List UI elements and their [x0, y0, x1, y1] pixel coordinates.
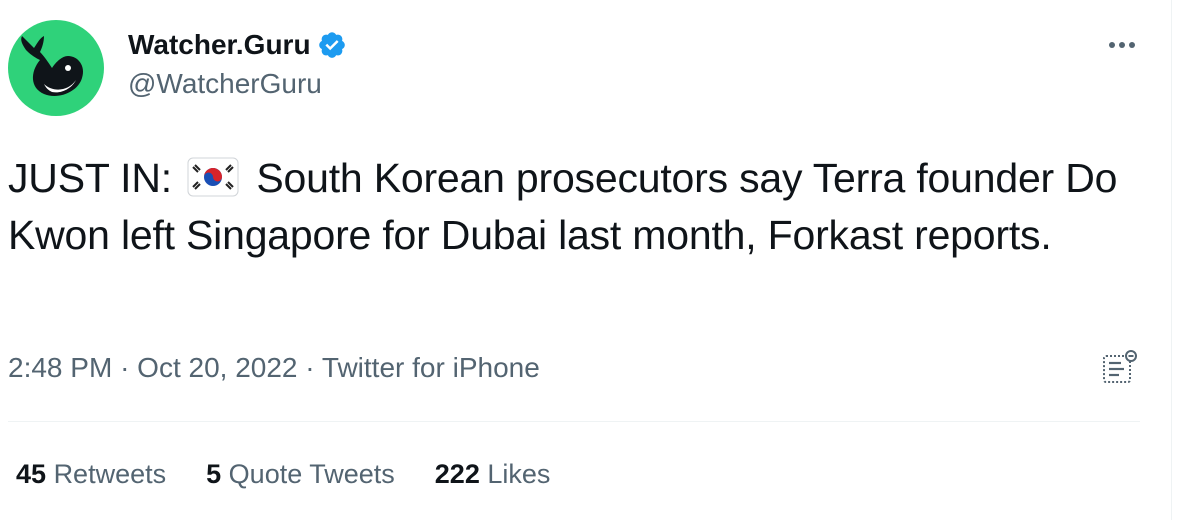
tweet-meta: 2:48 PM · Oct 20, 2022 · Twitter for iPh… [8, 350, 540, 386]
quotes-count: 5 [206, 459, 222, 489]
whale-logo-icon [21, 36, 84, 97]
tweet-source[interactable]: Twitter for iPhone [322, 352, 540, 383]
display-name[interactable]: Watcher.Guru [128, 28, 311, 62]
tweet-header: Watcher.Guru @WatcherGuru [8, 20, 347, 116]
divider [8, 421, 1140, 422]
meta-separator: · [120, 352, 130, 383]
tweet-date[interactable]: Oct 20, 2022 [137, 352, 297, 383]
verified-badge-icon [317, 30, 347, 60]
likes-label: Likes [487, 459, 551, 489]
likes-stat[interactable]: 222 Likes [435, 456, 551, 492]
handle[interactable]: @WatcherGuru [128, 66, 347, 102]
meta-separator: · [305, 352, 315, 383]
retweets-label: Retweets [53, 459, 167, 489]
tweet-stats: 45 Retweets 5 Quote Tweets 222 Likes [16, 456, 590, 492]
retweets-count: 45 [16, 459, 47, 489]
avatar[interactable] [8, 20, 104, 116]
retweets-stat[interactable]: 45 Retweets [16, 456, 166, 492]
tweet-detail: Watcher.Guru @WatcherGuru JUST IN: South… [0, 0, 1196, 520]
tweet-text-body: South Korean prosecutors say Terra found… [8, 155, 1118, 258]
column-border [1171, 0, 1172, 520]
tweet-time[interactable]: 2:48 PM [8, 352, 112, 383]
tweet-text-prefix: JUST IN: [8, 155, 172, 201]
quotes-label: Quote Tweets [228, 459, 395, 489]
name-row: Watcher.Guru [128, 28, 347, 62]
quote-tweets-stat[interactable]: 5 Quote Tweets [206, 456, 395, 492]
analytics-icon[interactable] [1100, 348, 1140, 388]
more-dots-icon[interactable] [1102, 30, 1142, 60]
south-korea-flag-icon [187, 155, 239, 197]
author-names: Watcher.Guru @WatcherGuru [128, 28, 347, 102]
tweet-text: JUST IN: South Korean prosecutors say Te… [8, 150, 1128, 264]
likes-count: 222 [434, 459, 480, 489]
